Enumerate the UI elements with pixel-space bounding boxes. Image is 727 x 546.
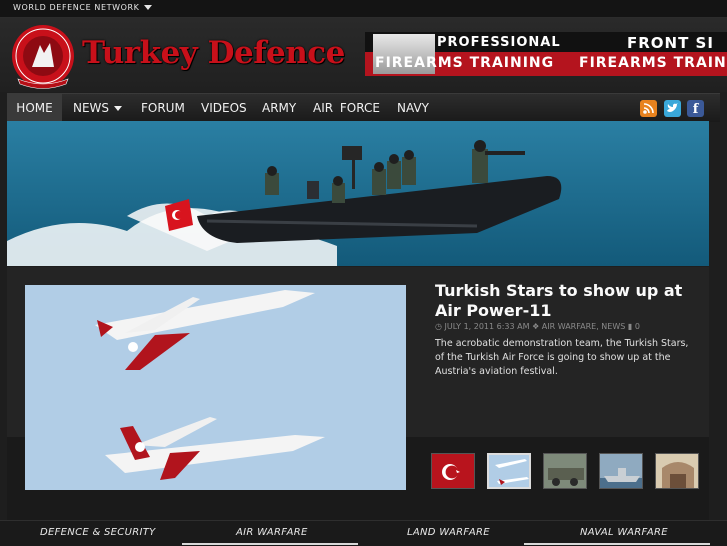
ad-banner[interactable]: PROFESSIONAL FIREARMS TRAINING FRONT SI …	[365, 32, 727, 76]
site-logo-seal[interactable]	[10, 23, 76, 89]
ad-headline-left: PROFESSIONAL	[437, 35, 561, 50]
featured-article-image[interactable]	[25, 285, 406, 490]
top-bar: WORLD DEFENCE NETWORK	[0, 0, 727, 18]
chevron-down-icon	[143, 5, 152, 10]
twitter-icon[interactable]	[664, 100, 681, 117]
hero-banner-image[interactable]	[7, 121, 709, 266]
nav-item-news-label: NEWS	[73, 101, 110, 115]
thumbnail-soldiers[interactable]	[655, 453, 699, 489]
main-nav: HOME NEWS FORUM VIDEOS ARMY AIR FORCE NA…	[7, 93, 720, 122]
thumbnail-jets[interactable]	[487, 453, 531, 489]
article-meta: ◷ JULY 1, 2011 6:33 AM ❖ AIR WARFARE, NE…	[435, 322, 640, 331]
facebook-icon[interactable]: f	[687, 100, 704, 117]
nav-item-navy[interactable]: NAVY	[397, 94, 433, 122]
tab-defence-security[interactable]: DEFENCE & SECURITY	[40, 527, 156, 538]
site-header: Turkey Defence PROFESSIONAL FIREARMS TRA…	[0, 18, 727, 92]
rss-icon[interactable]	[640, 100, 657, 117]
thumbnail-armored-vehicle[interactable]	[543, 453, 587, 489]
nav-item-videos[interactable]: VIDEOS	[201, 94, 247, 122]
network-dropdown[interactable]: WORLD DEFENCE NETWORK	[13, 3, 152, 12]
site-title[interactable]: Turkey Defence	[82, 35, 345, 71]
tab-naval-warfare[interactable]: NAVAL WARFARE	[580, 527, 668, 538]
thumbnail-warship[interactable]	[599, 453, 643, 489]
thumbnail-turkish-flag[interactable]	[431, 453, 475, 489]
featured-article-title[interactable]: Turkish Stars to show up at Air Power-11	[435, 281, 690, 321]
tab-air-warfare[interactable]: AIR WARFARE	[236, 527, 308, 538]
ad-subline-left: FIREARMS TRAINING	[375, 55, 555, 71]
nav-item-army[interactable]: ARMY	[262, 94, 300, 122]
clock-icon: ◷	[435, 322, 442, 331]
nav-item-air-force[interactable]: AIR FORCE	[313, 94, 383, 122]
featured-article-excerpt: The acrobatic demonstration team, the Tu…	[435, 338, 689, 377]
category-tabs: DEFENCE & SECURITY AIR WARFARE LAND WARF…	[0, 520, 727, 546]
tab-land-warfare[interactable]: LAND WARFARE	[407, 527, 490, 538]
ad-subline-right: FIREARMS TRAININ	[579, 55, 727, 71]
article-date: JULY 1, 2011 6:33 AM	[444, 322, 530, 331]
network-label: WORLD DEFENCE NETWORK	[13, 3, 140, 12]
nav-item-forum[interactable]: FORUM	[141, 94, 189, 122]
ad-headline-right: FRONT SI	[627, 34, 714, 52]
comments-icon: ▮	[627, 322, 633, 331]
featured-section: Turkish Stars to show up at Air Power-11…	[7, 267, 709, 537]
nav-item-news[interactable]: NEWS	[73, 94, 133, 122]
nav-item-home[interactable]: HOME	[7, 94, 62, 122]
tag-icon: ❖	[532, 322, 540, 331]
comments-count[interactable]: 0	[635, 322, 640, 331]
article-categories[interactable]: AIR WARFARE, NEWS	[542, 322, 626, 331]
chevron-down-icon	[114, 106, 123, 111]
